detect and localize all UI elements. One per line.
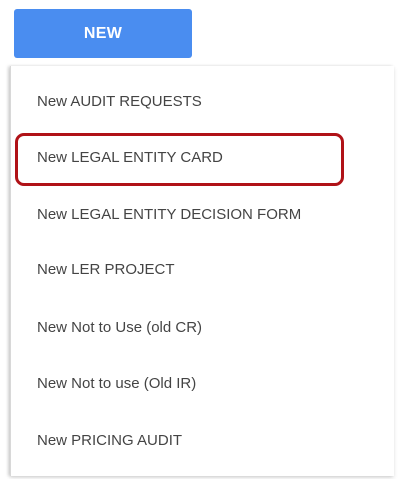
menu-item-new-ler-project[interactable]: New LER PROJECT xyxy=(37,255,175,285)
new-record-dropdown-menu: New AUDIT REQUESTS New LEGAL ENTITY CARD… xyxy=(10,66,394,476)
menu-item-new-not-to-use-old-ir[interactable]: New Not to use (Old IR) xyxy=(37,369,196,399)
menu-item-new-pricing-audit[interactable]: New PRICING AUDIT xyxy=(37,426,182,456)
menu-item-new-audit-requests[interactable]: New AUDIT REQUESTS xyxy=(37,87,202,117)
menu-item-new-legal-entity-decision-form[interactable]: New LEGAL ENTITY DECISION FORM xyxy=(37,200,301,230)
menu-item-new-legal-entity-card[interactable]: New LEGAL ENTITY CARD xyxy=(37,143,223,173)
new-button[interactable]: NEW xyxy=(14,9,192,58)
page: NEW New AUDIT REQUESTS New LEGAL ENTITY … xyxy=(0,0,399,479)
menu-item-new-not-to-use-old-cr[interactable]: New Not to Use (old CR) xyxy=(37,313,202,343)
